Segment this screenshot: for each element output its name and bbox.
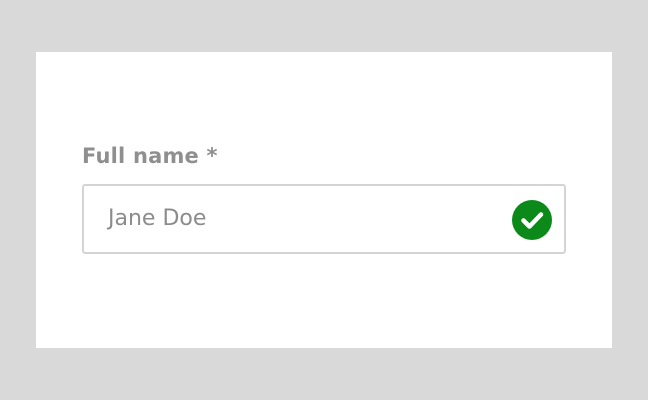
check-circle-icon [512, 200, 552, 240]
full-name-input[interactable]: Jane Doe [82, 184, 566, 254]
full-name-value[interactable]: Jane Doe [108, 186, 206, 252]
form-card: Full name * Jane Doe [36, 52, 612, 348]
full-name-label: Full name * [82, 144, 218, 168]
